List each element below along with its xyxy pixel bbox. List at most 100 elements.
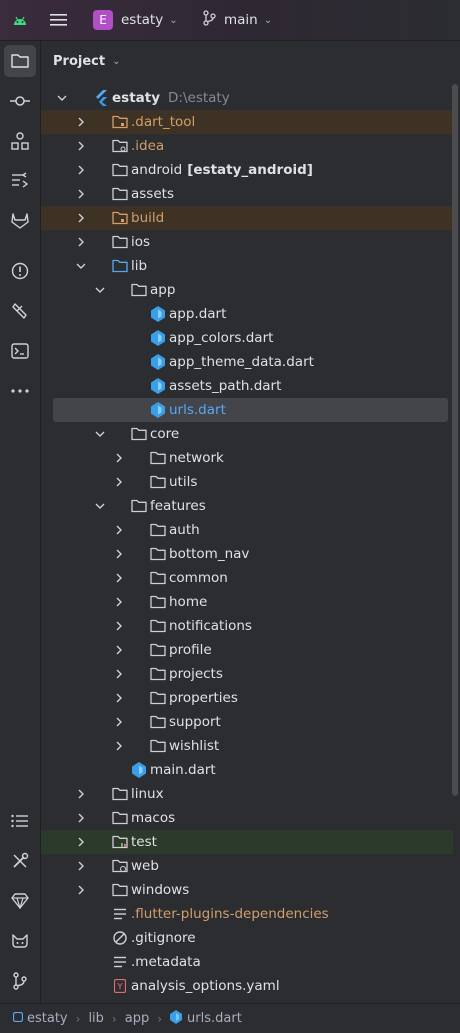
pull-requests-icon[interactable] xyxy=(4,165,36,197)
tree-row[interactable]: app_colors.dart xyxy=(41,326,453,350)
tree-item-name: app xyxy=(150,282,176,298)
git-icon[interactable] xyxy=(4,965,36,997)
tree-row[interactable]: Yanalysis_options.yaml xyxy=(41,974,453,998)
tree-scrollbar[interactable] xyxy=(452,84,458,796)
chevron-right-icon[interactable] xyxy=(75,230,87,254)
tree-row[interactable]: .dart_tool xyxy=(41,110,453,134)
tree-row[interactable]: properties xyxy=(41,686,453,710)
tree-row[interactable]: android [estaty_android] xyxy=(41,158,453,182)
tree-row[interactable]: lib xyxy=(41,254,453,278)
chevron-down-icon[interactable] xyxy=(94,278,106,302)
chevron-down-icon[interactable]: ⌄ xyxy=(112,56,120,67)
tree-row[interactable]: app_theme_data.dart xyxy=(41,350,453,374)
chevron-right-icon[interactable] xyxy=(113,614,125,638)
tree-row[interactable]: windows xyxy=(41,878,453,902)
branch-selector[interactable]: main ⌄ xyxy=(202,0,272,40)
tree-row[interactable]: main.dart xyxy=(41,758,453,782)
chevron-right-icon[interactable] xyxy=(113,470,125,494)
chevron-right-icon[interactable] xyxy=(75,782,87,806)
tree-row[interactable]: auth xyxy=(41,518,453,542)
project-selector[interactable]: E estaty ⌄ xyxy=(93,0,178,40)
gem-icon[interactable] xyxy=(4,885,36,917)
chevron-right-icon[interactable] xyxy=(75,206,87,230)
terminal-icon[interactable] xyxy=(4,335,36,367)
tree-row[interactable]: wishlist xyxy=(41,734,453,758)
chevron-right-icon[interactable] xyxy=(113,734,125,758)
tree-item-name: notifications xyxy=(169,618,252,634)
breadcrumb-item[interactable]: app xyxy=(125,1011,149,1026)
chevron-right-icon[interactable] xyxy=(75,854,87,878)
chevron-right-icon[interactable] xyxy=(113,638,125,662)
chevron-right-icon[interactable] xyxy=(113,518,125,542)
tree-row[interactable]: app.dart xyxy=(41,302,453,326)
project-panel-header: Project ⌄ xyxy=(41,41,460,81)
tree-row[interactable]: home xyxy=(41,590,453,614)
chevron-down-icon[interactable] xyxy=(56,86,68,110)
hamburger-menu-icon[interactable] xyxy=(50,0,68,40)
tree-row[interactable]: common xyxy=(41,566,453,590)
build-icon[interactable] xyxy=(4,845,36,877)
chevron-right-icon[interactable] xyxy=(113,686,125,710)
project-icon[interactable] xyxy=(4,45,36,77)
tree-row[interactable]: .flutter-plugins-dependencies xyxy=(41,902,453,926)
folder-icon xyxy=(150,518,166,542)
chevron-right-icon[interactable] xyxy=(75,806,87,830)
breadcrumb-item[interactable]: urls.dart xyxy=(187,1011,242,1026)
tree-item-name: support xyxy=(169,714,221,730)
tree-row[interactable]: linux xyxy=(41,782,453,806)
tree-row[interactable]: urls.dart xyxy=(53,398,448,422)
breadcrumb-item[interactable]: estaty xyxy=(27,1011,68,1026)
tree-row[interactable]: core xyxy=(41,422,453,446)
android-icon[interactable] xyxy=(12,0,28,40)
tree-row[interactable]: projects xyxy=(41,662,453,686)
tree-row[interactable]: utils xyxy=(41,470,453,494)
tree-row[interactable]: test xyxy=(41,830,453,854)
chevron-right-icon[interactable] xyxy=(75,134,87,158)
tree-row[interactable]: estaty D:\estaty xyxy=(41,86,453,110)
tree-row[interactable]: assets_path.dart xyxy=(41,374,453,398)
chevron-down-icon[interactable] xyxy=(75,254,87,278)
chevron-right-icon[interactable] xyxy=(113,590,125,614)
structure-icon[interactable] xyxy=(4,125,36,157)
chevron-right-icon[interactable] xyxy=(113,662,125,686)
tree-row[interactable]: notifications xyxy=(41,614,453,638)
tree-row[interactable]: ios xyxy=(41,230,453,254)
chevron-right-icon[interactable] xyxy=(75,110,87,134)
tree-row[interactable]: network xyxy=(41,446,453,470)
chevron-right-icon[interactable] xyxy=(113,446,125,470)
flutter-inspector-icon[interactable] xyxy=(4,295,36,327)
tree-row[interactable]: support xyxy=(41,710,453,734)
excluded-folder-icon xyxy=(112,206,128,230)
tree-row[interactable]: assets xyxy=(41,182,453,206)
tree-row[interactable]: .gitignore xyxy=(41,926,453,950)
tree-item-label: android [estaty_android] xyxy=(131,162,313,178)
chevron-down-icon[interactable] xyxy=(94,494,106,518)
chevron-right-icon[interactable] xyxy=(75,830,87,854)
tree-row[interactable]: app xyxy=(41,278,453,302)
gitlab-cat-icon[interactable] xyxy=(4,925,36,957)
breadcrumb-item[interactable]: lib xyxy=(88,1011,103,1026)
commit-icon[interactable] xyxy=(4,85,36,117)
tree-row[interactable]: profile xyxy=(41,638,453,662)
tree-row[interactable]: features xyxy=(41,494,453,518)
chevron-right-icon[interactable] xyxy=(113,710,125,734)
chevron-right-icon[interactable] xyxy=(113,542,125,566)
todo-icon[interactable] xyxy=(4,805,36,837)
tree-row[interactable]: macos xyxy=(41,806,453,830)
panel-title[interactable]: Project xyxy=(53,54,105,69)
tree-row[interactable]: .metadata xyxy=(41,950,453,974)
tree-item-name: profile xyxy=(169,642,212,658)
tree-row[interactable]: build xyxy=(41,206,453,230)
more-icon[interactable] xyxy=(4,375,36,407)
chevron-right-icon[interactable] xyxy=(75,878,87,902)
chevron-down-icon[interactable] xyxy=(94,422,106,446)
dart-file-icon xyxy=(150,326,166,350)
chevron-right-icon[interactable] xyxy=(113,566,125,590)
chevron-right-icon[interactable] xyxy=(75,182,87,206)
tree-row[interactable]: web xyxy=(41,854,453,878)
chevron-right-icon[interactable] xyxy=(75,158,87,182)
tree-row[interactable]: bottom_nav xyxy=(41,542,453,566)
tree-row[interactable]: .idea xyxy=(41,134,453,158)
gitlab-icon[interactable] xyxy=(4,205,36,237)
problems-icon[interactable] xyxy=(4,255,36,287)
